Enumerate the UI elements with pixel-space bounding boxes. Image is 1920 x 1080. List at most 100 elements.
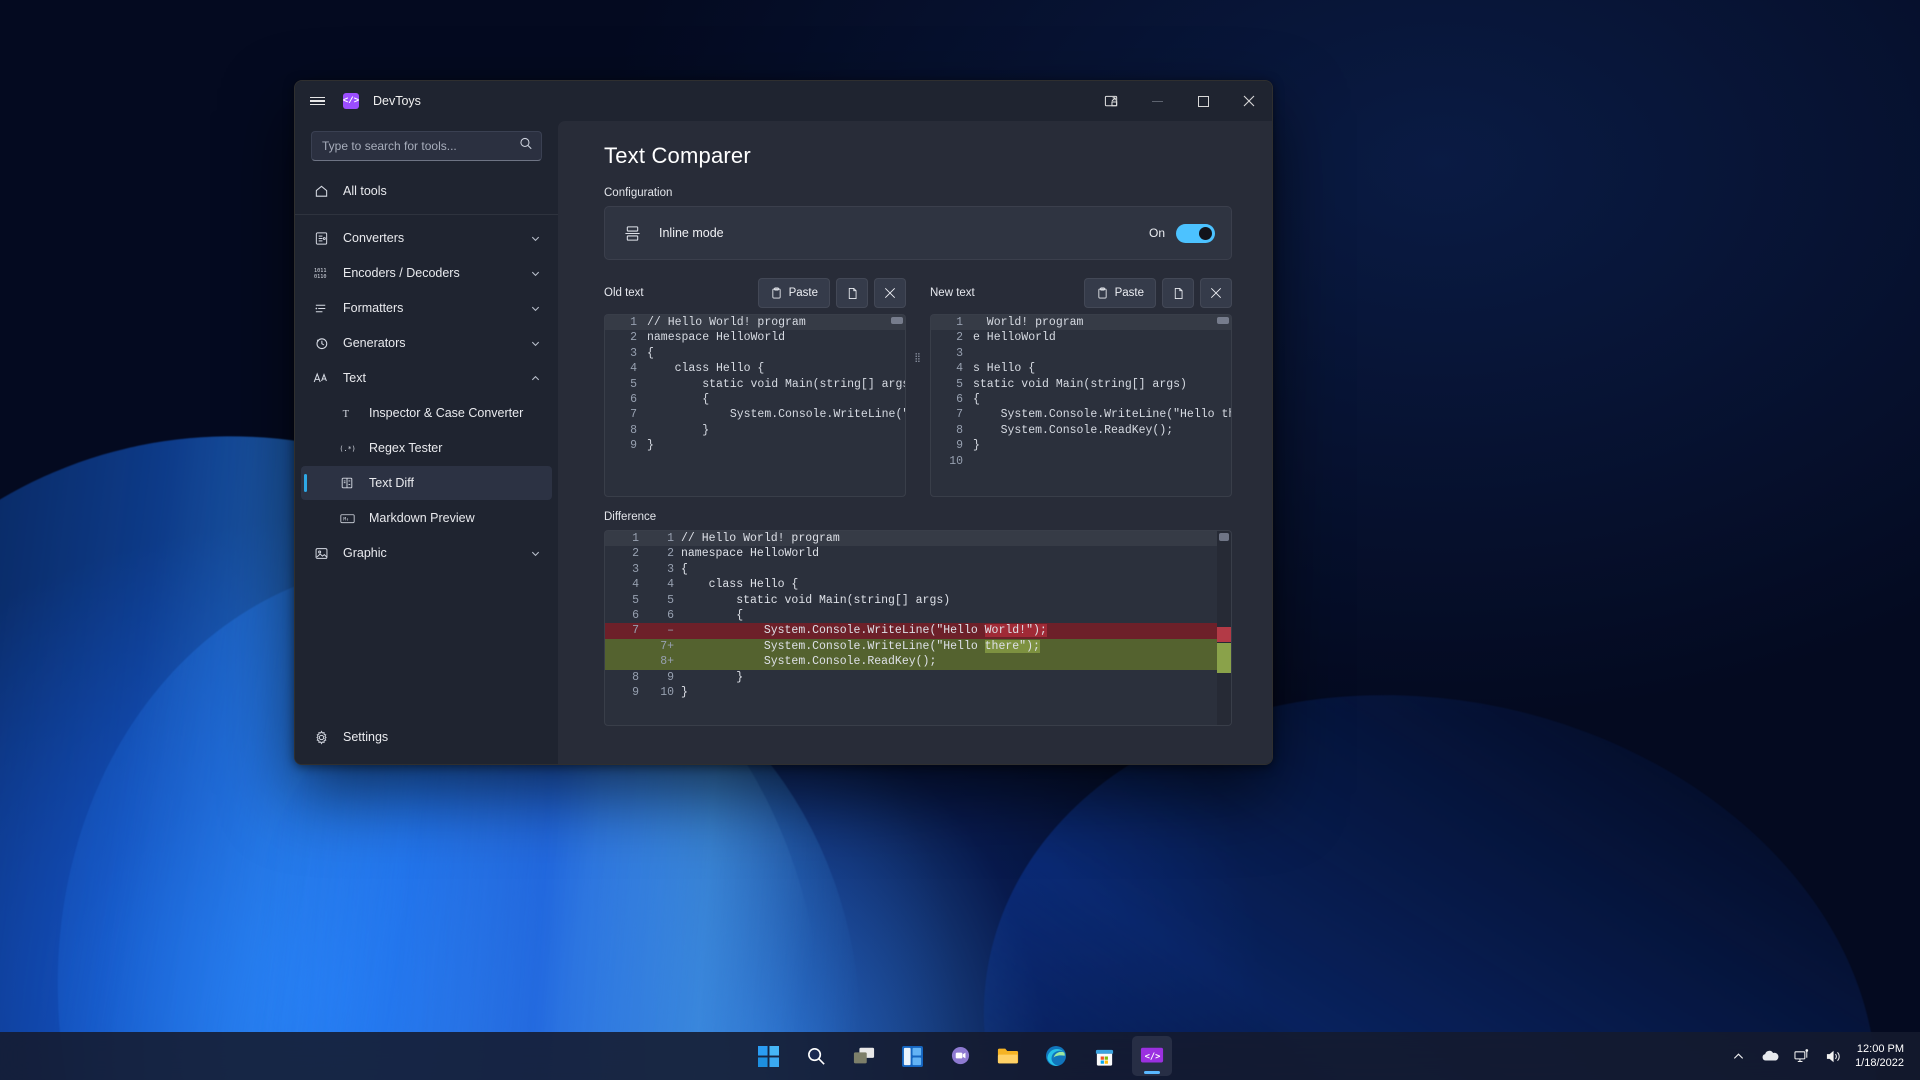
new-text-line: 3 bbox=[931, 346, 1231, 361]
difference-old-line-number: 4 bbox=[605, 577, 647, 592]
sidebar-group-graphic[interactable]: Graphic bbox=[301, 536, 552, 570]
old-text-label: Old text bbox=[604, 287, 752, 299]
new-text-line-text: World! program bbox=[973, 315, 1231, 330]
markdown-icon: M↓ bbox=[339, 510, 355, 526]
devtoys-taskbar-button[interactable]: </> bbox=[1132, 1036, 1172, 1076]
new-text-line-text: System.Console.WriteLine("Hello th bbox=[973, 407, 1232, 422]
close-button[interactable] bbox=[1226, 81, 1272, 121]
compact-overlay-icon[interactable] bbox=[1088, 81, 1134, 121]
new-text-scrollbar[interactable] bbox=[1217, 317, 1229, 324]
system-tray: 12:00 PM 1/18/2022 bbox=[1727, 1042, 1910, 1070]
sidebar-item-settings[interactable]: Settings bbox=[301, 720, 552, 754]
clock[interactable]: 12:00 PM 1/18/2022 bbox=[1855, 1042, 1910, 1070]
search-button[interactable] bbox=[796, 1036, 836, 1076]
start-button[interactable] bbox=[748, 1036, 788, 1076]
sidebar-item-label: Regex Tester bbox=[369, 441, 552, 455]
new-text-line: 7 System.Console.WriteLine("Hello th bbox=[931, 407, 1231, 422]
difference-new-line-number: 4 bbox=[647, 577, 681, 592]
minimize-button[interactable] bbox=[1134, 81, 1180, 121]
old-clear-button[interactable] bbox=[874, 278, 906, 308]
sidebar-group-converters[interactable]: Converters bbox=[301, 221, 552, 255]
sidebar-item-all-tools[interactable]: All tools bbox=[301, 174, 552, 208]
maximize-button[interactable] bbox=[1180, 81, 1226, 121]
difference-new-line-number: 9 bbox=[647, 670, 681, 685]
svg-text:</>: </> bbox=[1145, 1052, 1161, 1062]
new-text-label: New text bbox=[930, 287, 1078, 299]
new-text-line-text: e HelloWorld bbox=[973, 330, 1231, 345]
new-text-line-text bbox=[973, 454, 1231, 469]
difference-line-text: { bbox=[681, 562, 1231, 577]
new-text-line-number: 3 bbox=[931, 346, 973, 361]
new-open-file-button[interactable] bbox=[1162, 278, 1194, 308]
sidebar-item-label: Text Diff bbox=[369, 476, 552, 490]
volume-icon[interactable] bbox=[1823, 1045, 1845, 1067]
difference-row: 89 } bbox=[605, 670, 1231, 685]
old-text-line-text: } bbox=[647, 438, 905, 453]
difference-scrollbar[interactable] bbox=[1217, 531, 1231, 725]
new-text-line-text: s Hello { bbox=[973, 361, 1231, 376]
difference-view[interactable]: 11// Hello World! program22namespace Hel… bbox=[604, 530, 1232, 726]
new-text-line: 9} bbox=[931, 438, 1231, 453]
old-text-line-text: class Hello { bbox=[647, 361, 905, 376]
old-text-line-number: 6 bbox=[605, 392, 647, 407]
new-text-line: 8 System.Console.ReadKey(); bbox=[931, 423, 1231, 438]
old-open-file-button[interactable] bbox=[836, 278, 868, 308]
chevron-down-icon bbox=[528, 301, 542, 315]
sidebar-group-generators[interactable]: Generators bbox=[301, 326, 552, 360]
show-hidden-icons-chevron-icon[interactable] bbox=[1727, 1045, 1749, 1067]
difference-row: 66 { bbox=[605, 608, 1231, 623]
hamburger-menu-icon[interactable] bbox=[295, 81, 339, 121]
inline-mode-label: Inline mode bbox=[659, 226, 1149, 240]
sidebar-group-label: Graphic bbox=[343, 546, 514, 560]
sidebar-item-text-diff[interactable]: Text Diff bbox=[301, 466, 552, 500]
old-text-line-number: 1 bbox=[605, 315, 647, 330]
old-text-code-area[interactable]: 1// Hello World! program2namespace Hello… bbox=[604, 314, 906, 497]
text-icon bbox=[313, 370, 329, 386]
chat-button[interactable] bbox=[940, 1036, 980, 1076]
network-icon[interactable] bbox=[1791, 1045, 1813, 1067]
new-text-line: 5static void Main(string[] args) bbox=[931, 377, 1231, 392]
sidebar-group-formatters[interactable]: Formatters bbox=[301, 291, 552, 325]
new-paste-button[interactable]: Paste bbox=[1084, 278, 1156, 308]
sidebar-group-text[interactable]: Text bbox=[301, 361, 552, 395]
sidebar-item-regex-tester[interactable]: (.*) Regex Tester bbox=[301, 431, 552, 465]
old-text-scrollbar[interactable] bbox=[891, 317, 903, 324]
onedrive-cloud-icon[interactable] bbox=[1759, 1045, 1781, 1067]
difference-line-text: System.Console.WriteLine("Hello there"); bbox=[681, 639, 1231, 654]
difference-row: 33{ bbox=[605, 562, 1231, 577]
old-paste-button[interactable]: Paste bbox=[758, 278, 830, 308]
difference-row: 55 static void Main(string[] args) bbox=[605, 593, 1231, 608]
inline-mode-toggle[interactable] bbox=[1176, 224, 1215, 243]
new-text-code-area[interactable]: 1 World! program2e HelloWorld34s Hello {… bbox=[930, 314, 1232, 497]
widgets-button[interactable] bbox=[892, 1036, 932, 1076]
difference-line-text: { bbox=[681, 608, 1231, 623]
old-text-line-text: static void Main(string[] args bbox=[647, 377, 906, 392]
difference-old-line-number: 9 bbox=[605, 685, 647, 700]
edge-button[interactable] bbox=[1036, 1036, 1076, 1076]
sidebar-group-encoders-decoders[interactable]: 1011 0110 Encoders / Decoders bbox=[301, 256, 552, 290]
old-text-toolbar: Old text Paste bbox=[604, 276, 906, 310]
difference-new-line-number: 5 bbox=[647, 593, 681, 608]
new-text-line: 6{ bbox=[931, 392, 1231, 407]
difference-highlight: World!"); bbox=[985, 624, 1047, 637]
old-text-line-text: namespace HelloWorld bbox=[647, 330, 905, 345]
old-text-editor: Old text Paste bbox=[604, 276, 906, 497]
difference-old-line-number: 7 bbox=[605, 623, 647, 638]
search-box[interactable] bbox=[311, 131, 542, 161]
search-input[interactable] bbox=[312, 139, 541, 153]
old-text-line-number: 9 bbox=[605, 438, 647, 453]
new-clear-button[interactable] bbox=[1200, 278, 1232, 308]
difference-old-line-number: 6 bbox=[605, 608, 647, 623]
inline-mode-setting-card: Inline mode On bbox=[604, 206, 1232, 260]
sidebar-item-inspector-case-converter[interactable]: T Inspector & Case Converter bbox=[301, 396, 552, 430]
difference-row: 910} bbox=[605, 685, 1231, 700]
task-view-button[interactable] bbox=[844, 1036, 884, 1076]
sidebar-item-markdown-preview[interactable]: M↓ Markdown Preview bbox=[301, 501, 552, 535]
old-text-line-text: } bbox=[647, 423, 905, 438]
file-explorer-button[interactable] bbox=[988, 1036, 1028, 1076]
text-diff-icon bbox=[339, 475, 355, 491]
difference-scroll-thumb[interactable] bbox=[1219, 533, 1229, 541]
microsoft-store-button[interactable] bbox=[1084, 1036, 1124, 1076]
editor-splitter[interactable]: ⣿ bbox=[906, 276, 930, 497]
difference-old-line-number: 3 bbox=[605, 562, 647, 577]
